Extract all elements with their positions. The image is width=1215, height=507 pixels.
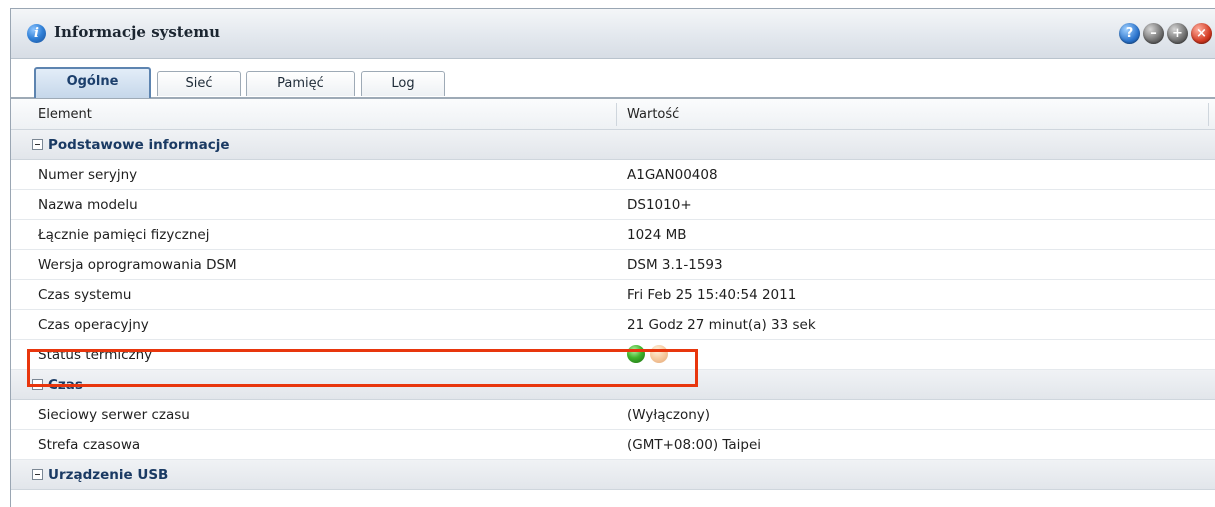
row-label: Czas systemu [38,287,132,303]
help-icon[interactable]: ? [1119,23,1140,44]
group-title: Podstawowe informacje [48,137,230,153]
table-row[interactable]: Wersja oprogramowania DSM DSM 3.1-1593 [11,250,1215,280]
tab-network[interactable]: Sieć [157,71,241,96]
row-label: Status termiczny [38,347,153,363]
column-separator [616,103,617,126]
row-value: (GMT+08:00) Taipei [627,437,762,453]
table-row[interactable]: Czas operacyjny 21 Godz 27 minut(a) 33 s… [11,310,1215,340]
system-info-window: i Informacje systemu ? – + × Ogólne Sieć… [10,8,1215,507]
collapse-icon[interactable] [32,379,43,390]
amber-led-icon [650,345,668,363]
table-row[interactable]: Numer seryjny A1GAN00408 [11,160,1215,190]
title-bar[interactable]: i Informacje systemu ? – + × [11,9,1215,59]
window-controls: ? – + × [1119,23,1212,44]
group-title: Urządzenie USB [48,467,169,483]
table-row[interactable]: Strefa czasowa (GMT+08:00) Taipei [11,430,1215,460]
group-usb-device[interactable]: Urządzenie USB [11,460,1215,490]
window-title: Informacje systemu [54,23,221,41]
close-icon[interactable]: × [1191,23,1212,44]
table-row[interactable]: Nazwa modelu DS1010+ [11,190,1215,220]
collapse-icon[interactable] [32,469,43,480]
column-separator [1208,103,1209,126]
row-label: Łącznie pamięci fizycznej [38,227,210,243]
maximize-icon[interactable]: + [1167,23,1188,44]
row-value: (Wyłączony) [627,407,711,423]
column-header-value[interactable]: Wartość [627,107,679,122]
row-label: Sieciowy serwer czasu [38,407,190,423]
row-value: A1GAN00408 [627,167,718,183]
minimize-icon[interactable]: – [1143,23,1164,44]
collapse-icon[interactable] [32,139,43,150]
group-basic-info[interactable]: Podstawowe informacje [11,130,1215,160]
column-header-element[interactable]: Element [38,107,92,122]
tab-strip: Ogólne Sieć Pamięć Log [11,59,1215,99]
table-row[interactable]: Łącznie pamięci fizycznej 1024 MB [11,220,1215,250]
group-time[interactable]: Czas [11,370,1215,400]
table-row[interactable]: Czas systemu Fri Feb 25 15:40:54 2011 [11,280,1215,310]
row-value: DSM 3.1-1593 [627,257,723,273]
row-label: Numer seryjny [38,167,138,183]
row-label: Czas operacyjny [38,317,149,333]
row-value: DS1010+ [627,197,692,213]
row-value: 21 Godz 27 minut(a) 33 sek [627,317,816,333]
row-label: Wersja oprogramowania DSM [38,257,237,273]
row-value: 1024 MB [627,227,687,243]
group-title: Czas [48,377,83,393]
green-led-icon [627,345,645,363]
tab-log[interactable]: Log [361,71,445,96]
row-value: Fri Feb 25 15:40:54 2011 [627,287,797,303]
row-label: Strefa czasowa [38,437,141,453]
table-row[interactable]: Sieciowy serwer czasu (Wyłączony) [11,400,1215,430]
info-grid: Element Wartość Podstawowe informacje Nu… [11,99,1215,490]
tab-general[interactable]: Ogólne [34,67,151,98]
row-label: Nazwa modelu [38,197,138,213]
thermal-indicator [627,345,668,363]
info-icon: i [27,24,46,43]
table-row-thermal-status[interactable]: Status termiczny [11,340,1215,370]
tab-memory[interactable]: Pamięć [246,71,355,96]
grid-header: Element Wartość [11,99,1215,130]
